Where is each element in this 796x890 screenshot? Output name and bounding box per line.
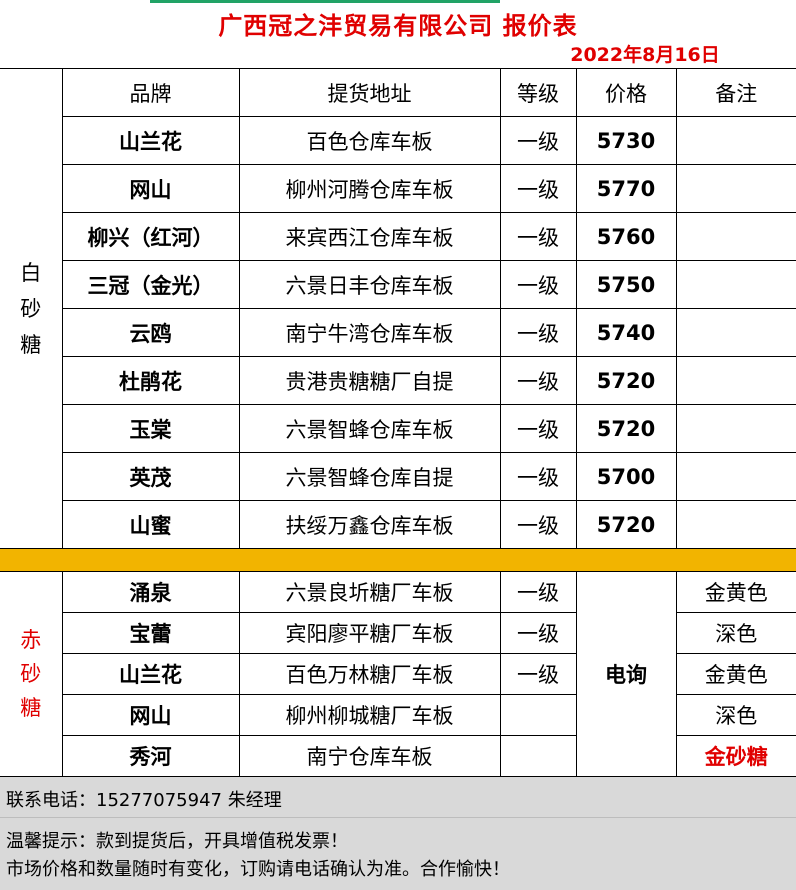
category-red-sugar-label: 赤 砂 糖 [20,628,42,720]
address-cell: 六景智蜂仓库车板 [238,404,501,453]
address-cell: 南宁牛湾仓库车板 [238,308,501,357]
tip-invoice: 温馨提示：款到提货后，开具增值税发票！ [6,831,348,852]
grade-cell: 一级 [499,404,577,453]
page-title: 广西冠之沣贸易有限公司 报价表 [218,12,578,40]
brand-cell: 三冠（金光） [61,260,240,309]
grade-cell: 一级 [499,356,577,405]
note-cell [675,260,796,309]
column-header-address: 提货地址 [238,68,501,117]
price-table: 白 砂 糖 品牌 提货地址 等级 价格 备注 山兰花 百色仓库车板 一级 5730 网山… [0,68,796,777]
note-cell: 金砂糖 [675,735,796,777]
price-cell: 5730 [575,116,677,165]
price-cell: 5740 [575,308,677,357]
price-cell: 5720 [575,500,677,549]
brand-cell: 涌泉 [61,571,240,613]
table-row: 柳兴（红河） 来宾西江仓库车板 一级 5760 [0,212,796,261]
address-cell: 六景日丰仓库车板 [238,260,501,309]
grade-cell: 一级 [499,116,577,165]
price-cell: 5720 [575,356,677,405]
address-cell: 百色仓库车板 [238,116,501,165]
grade-cell: 一级 [499,308,577,357]
table-row: 网山 柳州柳城糖厂车板 深色 [0,694,796,736]
grade-cell: 一级 [499,612,577,654]
note-cell: 金黄色 [675,653,796,695]
address-cell: 来宾西江仓库车板 [238,212,501,261]
column-header-note: 备注 [675,68,796,117]
category-white-sugar: 白 砂 糖 [0,68,63,549]
price-cell: 5750 [575,260,677,309]
table-row: 山兰花 百色仓库车板 一级 5730 [0,116,796,165]
table-row: 云鸥 南宁牛湾仓库车板 一级 5740 [0,308,796,357]
grade-cell: 一级 [499,500,577,549]
brand-cell: 山蜜 [61,500,240,549]
brand-cell: 杜鹃花 [61,356,240,405]
footer-tips: 温馨提示：款到提货后，开具增值税发票！ 市场价格和数量随时有变化，订购请电话确认… [0,818,796,890]
note-cell [675,452,796,501]
address-cell: 柳州河腾仓库车板 [238,164,501,213]
separator-band [0,548,796,572]
address-cell: 柳州柳城糖厂车板 [238,694,501,736]
table-row: 网山 柳州河腾仓库车板 一级 5770 [0,164,796,213]
note-cell: 深色 [675,612,796,654]
address-cell: 六景良圻糖厂车板 [238,571,501,613]
note-cell [675,212,796,261]
grade-cell [499,694,577,736]
note-cell [675,500,796,549]
price-inquiry-cell: 电询 [575,571,677,777]
note-cell [675,404,796,453]
cell-selection-bar [150,0,500,3]
brand-cell: 秀河 [61,735,240,777]
note-cell: 深色 [675,694,796,736]
grade-cell [499,735,577,777]
grade-cell: 一级 [499,164,577,213]
address-cell: 贵港贵糖糖厂自提 [238,356,501,405]
section-separator [0,548,796,572]
contact-info: 联系电话：15277075947 朱经理 [0,777,796,818]
table-row: 秀河 南宁仓库车板 金砂糖 [0,735,796,777]
note-cell [675,308,796,357]
table-row: 英茂 六景智蜂仓库自提 一级 5700 [0,452,796,501]
table-row: 玉棠 六景智蜂仓库车板 一级 5720 [0,404,796,453]
address-cell: 南宁仓库车板 [238,735,501,777]
brand-cell: 柳兴（红河） [61,212,240,261]
price-cell: 5760 [575,212,677,261]
brand-cell: 山兰花 [61,653,240,695]
table-header-row: 白 砂 糖 品牌 提货地址 等级 价格 备注 [0,68,796,549]
grade-cell: 一级 [499,571,577,613]
note-cell [675,116,796,165]
grade-cell: 一级 [499,452,577,501]
column-header-grade: 等级 [499,68,577,117]
quote-date: 2022年8月16日 [570,44,720,66]
brand-cell: 宝蕾 [61,612,240,654]
address-cell: 扶绥万鑫仓库车板 [238,500,501,549]
brand-cell: 网山 [61,694,240,736]
table-row: 赤 砂 糖涌泉 六景良圻糖厂车板 一级 电询 金黄色 [0,571,796,777]
grade-cell: 一级 [499,212,577,261]
price-cell: 5770 [575,164,677,213]
grade-cell: 一级 [499,653,577,695]
brand-cell: 玉棠 [61,404,240,453]
table-row: 杜鹃花 贵港贵糖糖厂自提 一级 5720 [0,356,796,405]
table-row: 山蜜 扶绥万鑫仓库车板 一级 5720 [0,500,796,549]
note-cell: 金黄色 [675,571,796,613]
address-cell: 六景智蜂仓库自提 [238,452,501,501]
note-cell [675,164,796,213]
grade-cell: 一级 [499,260,577,309]
price-cell: 5720 [575,404,677,453]
table-row: 宝蕾 宾阳廖平糖厂车板 一级 深色 [0,612,796,654]
brand-cell: 英茂 [61,452,240,501]
column-header-brand: 品牌 [61,68,240,117]
price-cell: 5700 [575,452,677,501]
column-header-price: 价格 [575,68,677,117]
address-cell: 宾阳廖平糖厂车板 [238,612,501,654]
brand-cell: 山兰花 [61,116,240,165]
address-cell: 百色万林糖厂车板 [238,653,501,695]
brand-cell: 云鸥 [61,308,240,357]
table-row: 三冠（金光） 六景日丰仓库车板 一级 5750 [0,260,796,309]
brand-cell: 网山 [61,164,240,213]
tip-price-change: 市场价格和数量随时有变化，订购请电话确认为准。合作愉快！ [6,859,510,880]
note-cell [675,356,796,405]
table-row: 山兰花 百色万林糖厂车板 一级 金黄色 [0,653,796,695]
category-red-sugar: 赤 砂 糖 [0,571,63,777]
